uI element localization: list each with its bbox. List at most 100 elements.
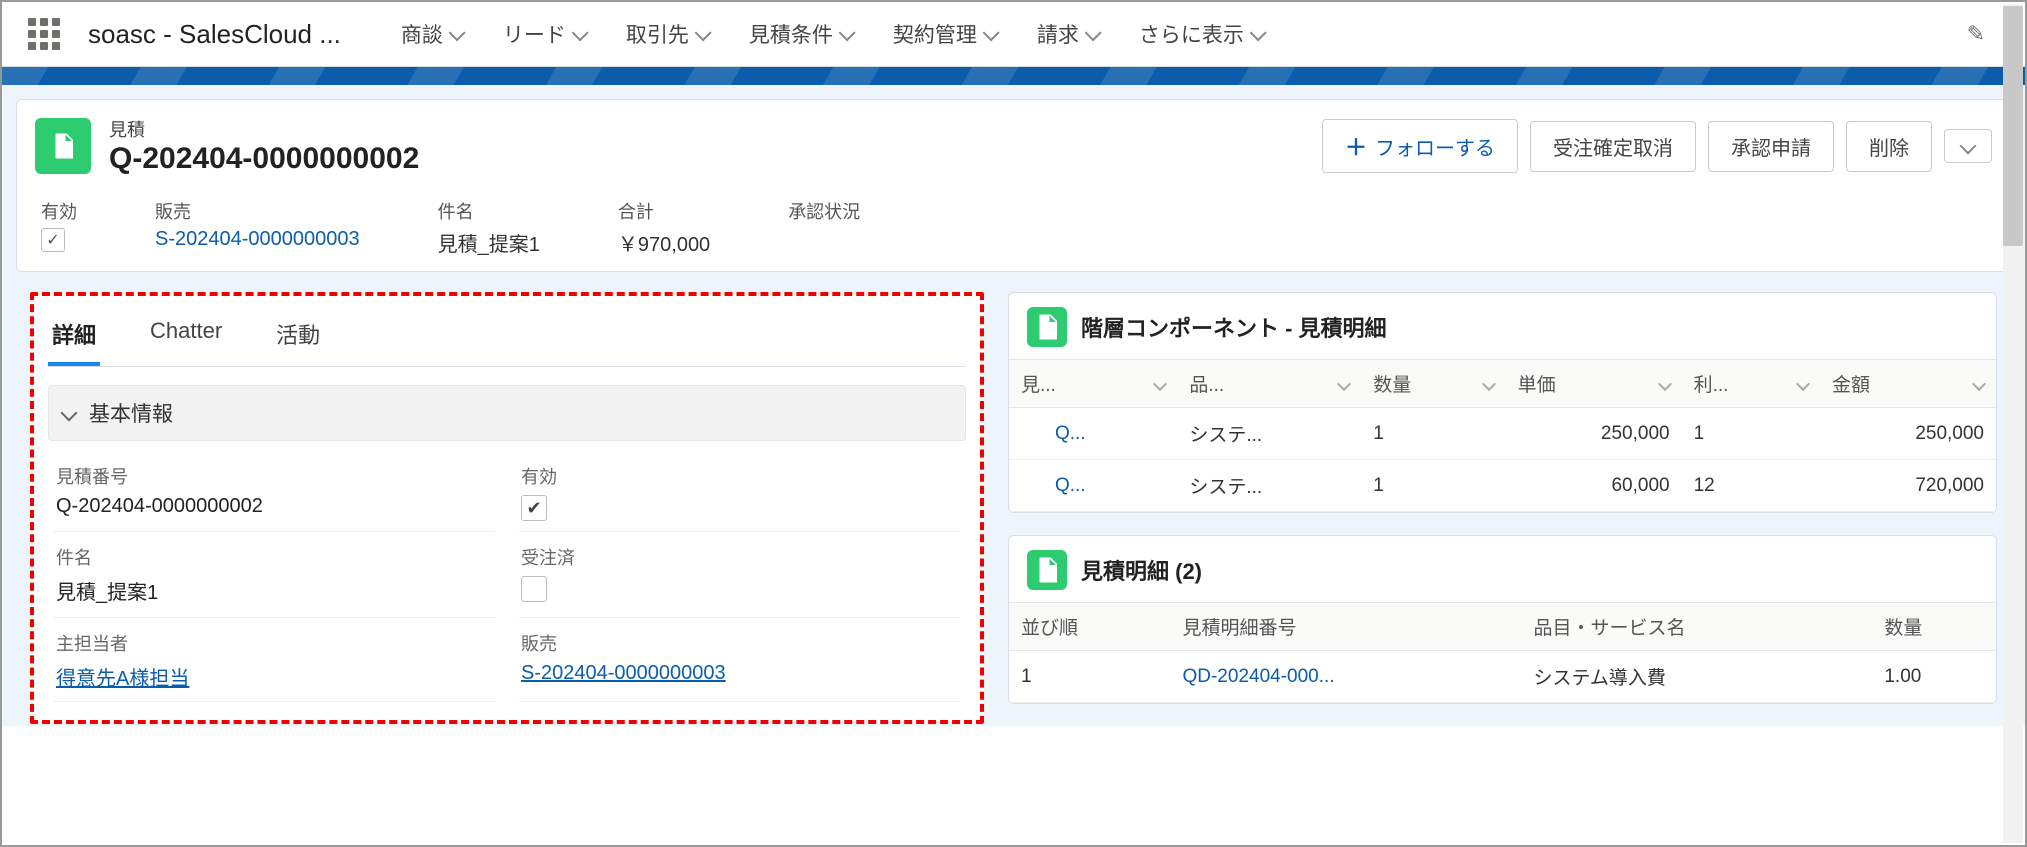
col-label: 利...: [1694, 370, 1729, 397]
nav-label: 商談: [401, 19, 443, 49]
record-title: Q-202404-0000000002: [109, 142, 419, 176]
caret-down-icon: [1962, 140, 1974, 152]
col-qty[interactable]: 数量: [1872, 603, 1996, 651]
cell: 1: [1361, 460, 1505, 512]
chevron-down-icon[interactable]: [1085, 29, 1099, 39]
detail-tabs: 詳細 Chatter 活動: [48, 306, 966, 367]
record-type-label: 見積: [109, 116, 419, 142]
highlighted-detail-region: 詳細 Chatter 活動 基本情報 見積番号 Q-202404-0000000…: [30, 292, 984, 724]
panel-title[interactable]: 見積明細 (2): [1081, 554, 1202, 586]
col-lineno[interactable]: 見積明細番号: [1170, 603, 1521, 651]
vertical-scrollbar[interactable]: [2003, 4, 2023, 843]
panel-title: 階層コンポーネント - 見積明細: [1081, 311, 1387, 343]
nav-label: 見積条件: [749, 19, 833, 49]
scrollbar-thumb[interactable]: [2003, 6, 2023, 246]
col-order[interactable]: 並び順: [1009, 603, 1170, 651]
quote-line-icon: [1027, 307, 1067, 347]
chevron-down-icon[interactable]: [1250, 29, 1264, 39]
cancel-order-button[interactable]: 受注確定取消: [1530, 121, 1696, 172]
record-header: 見積 Q-202404-0000000002 ＋ フォローする 受注確定取消 承…: [16, 99, 2011, 272]
field-value: ￥970,000: [618, 228, 710, 257]
cell: 720,000: [1820, 460, 1996, 512]
col-label: 見...: [1021, 370, 1056, 397]
tab-chatter[interactable]: Chatter: [146, 306, 226, 366]
field-label: 販売: [155, 198, 360, 224]
table-row[interactable]: 1 QD-202404-000... システム導入費 1.00: [1009, 651, 1996, 703]
col-label: 金額: [1832, 370, 1870, 397]
cell: システム導入費: [1522, 651, 1873, 703]
nav-item-account[interactable]: 取引先: [626, 19, 709, 49]
col-label: 品目・サービス名: [1534, 618, 1686, 639]
sales-link[interactable]: S-202404-0000000003: [521, 662, 726, 684]
chevron-down-icon: [1660, 379, 1670, 389]
nav-item-lead[interactable]: リード: [503, 19, 586, 49]
col-product[interactable]: 品目・サービス名: [1522, 603, 1873, 651]
col-label: 並び順: [1021, 618, 1078, 639]
col-label: 数量: [1884, 618, 1922, 639]
field-label: 販売: [521, 630, 958, 656]
field-quote-number: 見積番号 Q-202404-0000000002: [54, 455, 495, 532]
cell: 60,000: [1506, 460, 1682, 512]
field-label: 有効: [521, 463, 958, 489]
chevron-down-icon[interactable]: [449, 29, 463, 39]
col-label: 見積明細番号: [1182, 618, 1296, 639]
nav-item-contract[interactable]: 契約管理: [893, 19, 997, 49]
chevron-down-icon[interactable]: [839, 29, 853, 39]
tab-detail[interactable]: 詳細: [48, 306, 100, 366]
cell: 1: [1361, 408, 1505, 460]
col-label: 数量: [1373, 370, 1411, 397]
submit-approval-button[interactable]: 承認申請: [1708, 121, 1834, 172]
chevron-down-icon: [1339, 379, 1349, 389]
lineitem-panel: 見積明細 (2) 並び順 見積明細番号 品目・サービス名 数量: [1008, 535, 1997, 704]
field-active: 有効 ✔: [519, 455, 960, 532]
decorative-band: [2, 67, 2025, 85]
sales-link[interactable]: S-202404-0000000003: [155, 228, 360, 251]
app-launcher-icon[interactable]: [28, 18, 60, 50]
app-title[interactable]: soasc - SalesCloud ...: [88, 19, 341, 50]
tab-activity[interactable]: 活動: [272, 306, 324, 366]
chevron-down-icon: [1798, 379, 1808, 389]
field-label: 件名: [438, 198, 540, 224]
field-value: 見積_提案1: [438, 228, 540, 257]
owner-link[interactable]: 得意先A様担当: [56, 668, 189, 690]
lineitem-link[interactable]: QD-202404-000...: [1182, 666, 1334, 687]
col-amount[interactable]: 金額: [1820, 360, 1996, 408]
nav-label: 取引先: [626, 19, 689, 49]
hierarchy-table: 見... 品... 数量 単価 利... 金額 Q... システ: [1009, 359, 1996, 512]
col-rate[interactable]: 利...: [1682, 360, 1820, 408]
lineitem-table: 並び順 見積明細番号 品目・サービス名 数量 1 QD-202404-000..…: [1009, 602, 1996, 703]
nav-item-more[interactable]: さらに表示: [1139, 19, 1264, 49]
col-quote[interactable]: 見...: [1009, 360, 1177, 408]
chevron-down-icon[interactable]: [983, 29, 997, 39]
section-basic-info[interactable]: 基本情報: [48, 385, 966, 441]
row-link[interactable]: Q...: [1055, 475, 1086, 496]
col-price[interactable]: 単価: [1506, 360, 1682, 408]
section-title: 基本情報: [89, 398, 173, 428]
hierarchy-panel: 階層コンポーネント - 見積明細 見... 品... 数量 単価 利... 金額: [1008, 292, 1997, 513]
cell: 250,000: [1506, 408, 1682, 460]
nav-item-opportunity[interactable]: 商談: [401, 19, 463, 49]
col-item[interactable]: 品...: [1177, 360, 1361, 408]
chevron-down-icon[interactable]: [695, 29, 709, 39]
checkbox-checked-icon: ✓: [41, 228, 65, 252]
chevron-down-icon: [1155, 379, 1165, 389]
col-qty[interactable]: 数量: [1361, 360, 1505, 408]
chevron-down-icon[interactable]: [572, 29, 586, 39]
cell: 250,000: [1820, 408, 1996, 460]
chevron-down-icon: [63, 403, 79, 424]
summary-field-subject: 件名 見積_提案1: [438, 198, 540, 257]
follow-button[interactable]: ＋ フォローする: [1322, 119, 1518, 173]
more-actions-button[interactable]: [1944, 129, 1992, 163]
nav-item-billing[interactable]: 請求: [1037, 19, 1099, 49]
delete-button[interactable]: 削除: [1846, 121, 1932, 172]
table-row[interactable]: Q... システ... 1 250,000 1 250,000: [1009, 408, 1996, 460]
quote-icon: [35, 118, 91, 174]
pencil-icon[interactable]: ✎: [1967, 21, 1985, 47]
chevron-down-icon: [1974, 379, 1984, 389]
summary-field-active: 有効 ✓: [41, 198, 77, 252]
nav-item-quote-condition[interactable]: 見積条件: [749, 19, 853, 49]
row-link[interactable]: Q...: [1055, 423, 1086, 444]
table-row[interactable]: Q... システ... 1 60,000 12 720,000: [1009, 460, 1996, 512]
cell: 12: [1682, 460, 1820, 512]
field-value: 見積_提案1: [56, 576, 493, 605]
